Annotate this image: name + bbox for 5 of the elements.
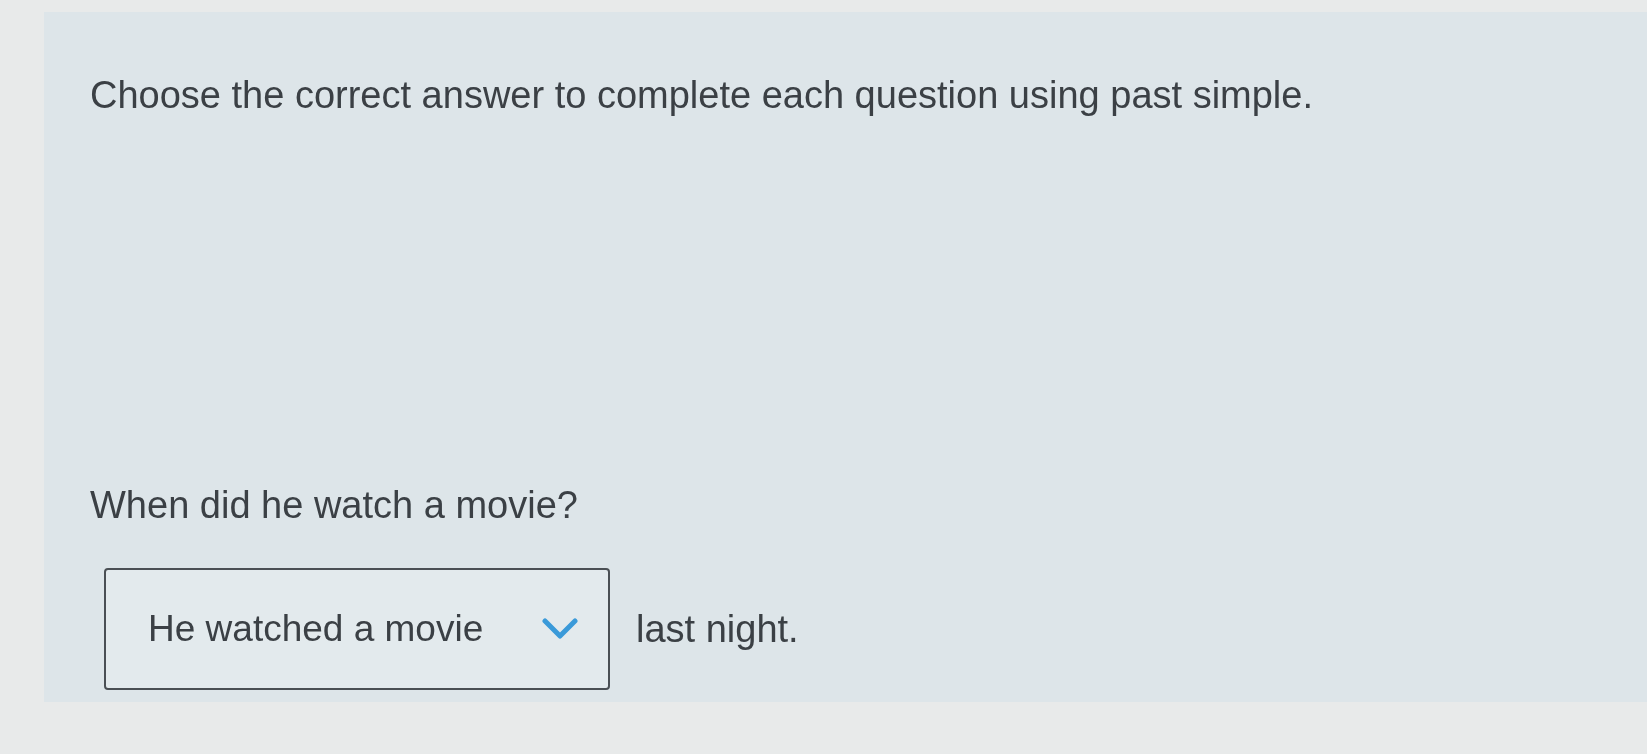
answer-dropdown[interactable]: He watched a movie	[104, 568, 610, 690]
sentence-end-text: last night.	[636, 607, 799, 652]
question-text: When did he watch a movie?	[90, 483, 578, 528]
chevron-down-icon	[542, 618, 578, 640]
instruction-text: Choose the correct answer to complete each question using past simple.	[90, 73, 1313, 118]
